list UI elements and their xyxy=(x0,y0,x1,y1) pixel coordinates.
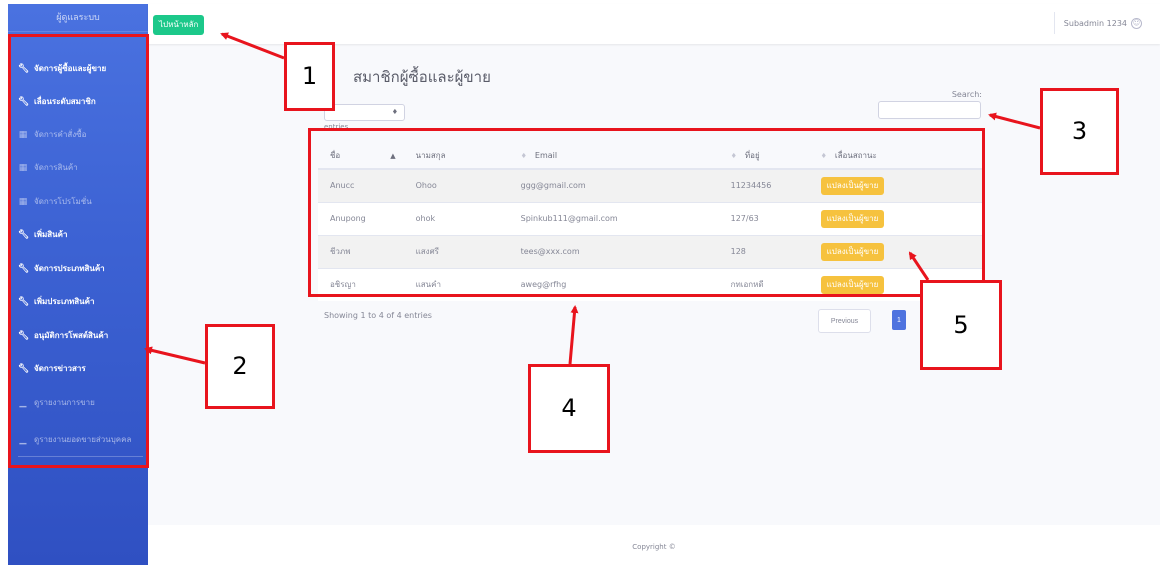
arrow-1 xyxy=(220,32,285,60)
annotation-label-2: 2 xyxy=(205,324,275,409)
annotation-label-1: 1 xyxy=(284,42,335,111)
annotation-label-3: 3 xyxy=(1040,88,1119,175)
arrow-3 xyxy=(988,112,1041,130)
annotation-label-5: 5 xyxy=(920,280,1002,370)
arrow-2 xyxy=(144,346,206,365)
arrow-4 xyxy=(568,305,579,365)
arrow-5 xyxy=(908,251,930,281)
page: ผู้ดูแลระบบ 🔧︎ จัดการผู้ซื้อและผู้ขาย 🔧︎… xyxy=(0,0,1160,565)
annotation-label-4: 4 xyxy=(528,364,610,453)
